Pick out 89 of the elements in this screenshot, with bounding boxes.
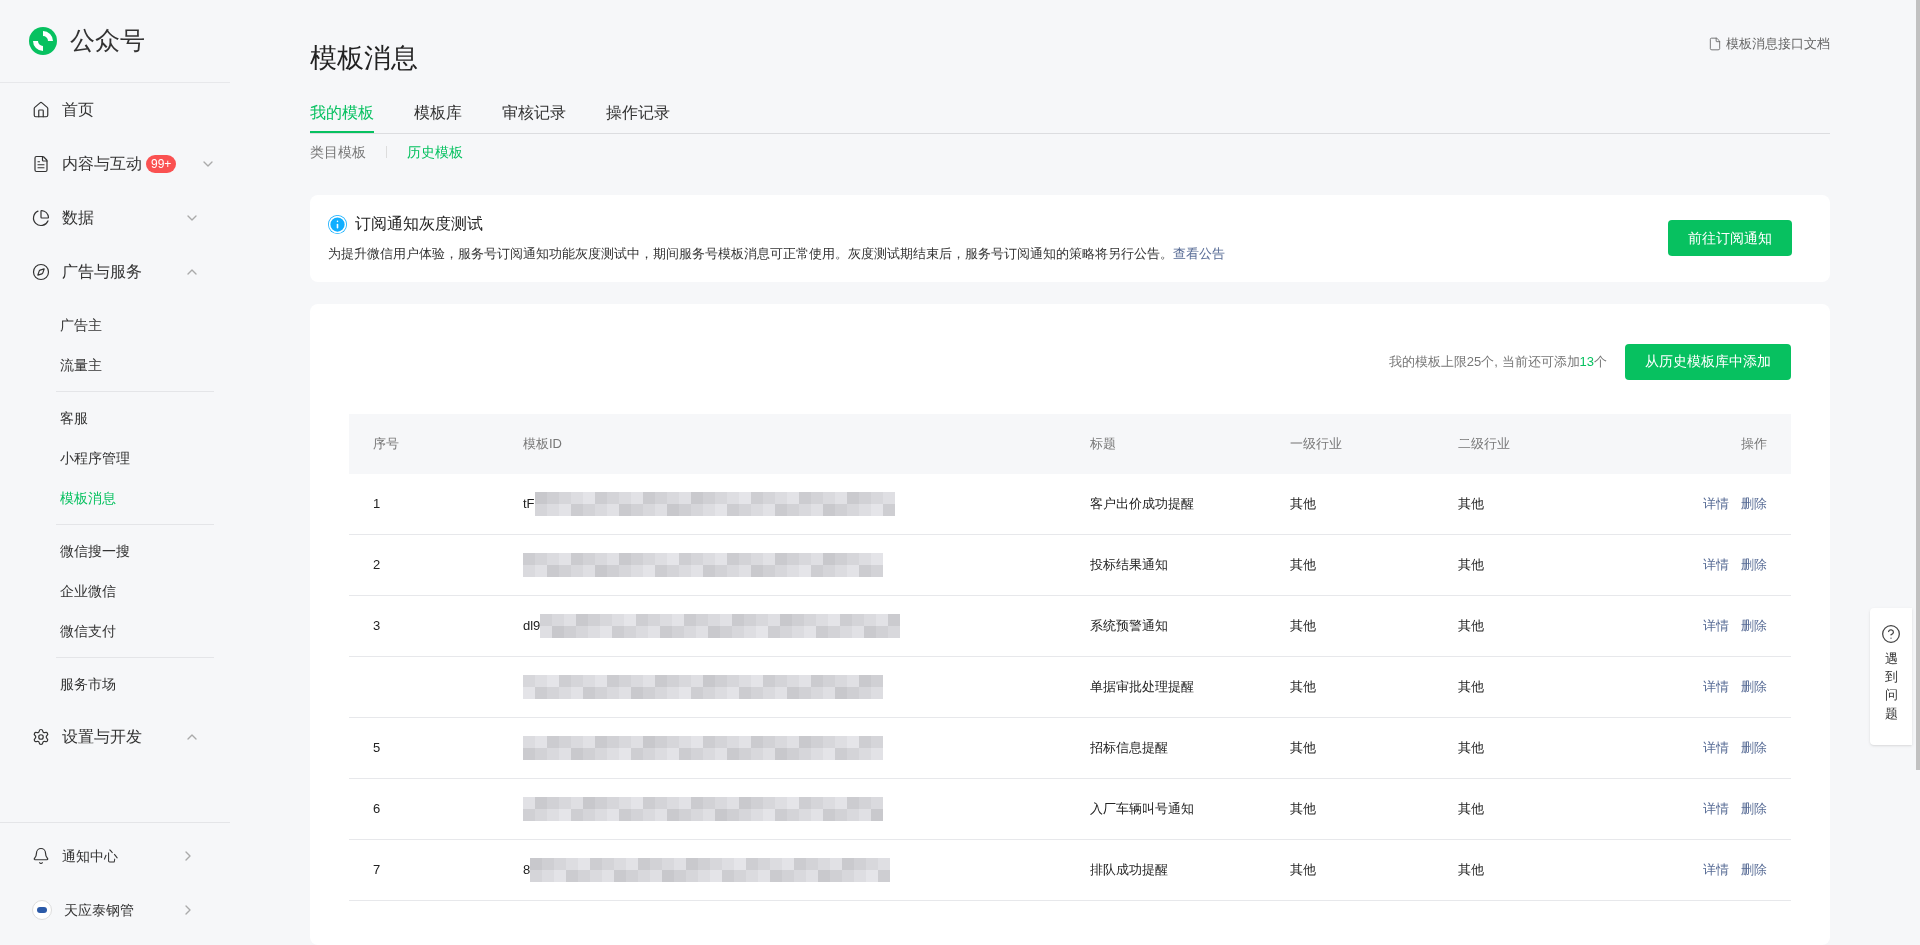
table-cell-text: 其他 — [1458, 494, 1485, 513]
nav-item[interactable]: 天应泰钢管 — [0, 883, 230, 937]
compass-icon — [32, 263, 50, 281]
submenu-item[interactable]: 服务市场 — [56, 664, 214, 704]
column-header: 一级行业 — [1290, 434, 1343, 453]
action-link[interactable]: 删除 — [1741, 615, 1767, 636]
info-icon — [328, 214, 347, 234]
app-title: 公众号 — [70, 25, 145, 57]
avatar-icon — [32, 900, 52, 920]
notice-text: 为提升微信用户体验，服务号订阅通知功能灰度测试中，期间服务号模板消息可正常使用。灰度测试期结束后，服务号订阅通知的策略将另行公告。查看公告 — [328, 245, 1225, 264]
nav-item[interactable]: 首页 — [0, 83, 230, 137]
tab[interactable]: 审核记录 — [502, 100, 566, 133]
table-cell: 3 — [373, 617, 381, 633]
table-cell-text: 8 — [523, 860, 531, 879]
table-cell-text: 其他 — [1458, 677, 1485, 696]
submenu-item[interactable]: 客服 — [56, 398, 214, 438]
column-header: 标题 — [1090, 434, 1117, 453]
table-cell-text: 排队成功提醒 — [1090, 860, 1169, 879]
submenu-item[interactable]: 微信搜一搜 — [56, 531, 214, 571]
table-cell-text: 其他 — [1290, 860, 1317, 879]
table-cell-text: 其他 — [1290, 555, 1317, 574]
action-link[interactable]: 删除 — [1741, 676, 1767, 697]
submenu-item[interactable]: 企业微信 — [56, 571, 214, 611]
document-icon — [1708, 36, 1722, 51]
table-cell-text: 单据审批处理提醒 — [1090, 677, 1195, 696]
table-cell-text: 招标信息提醒 — [1090, 738, 1169, 757]
quota-text: 我的模板上限25个, 当前还可添加13个 — [1388, 352, 1607, 371]
tab[interactable]: 操作记录 — [606, 100, 670, 133]
column-header: 模板ID — [523, 434, 563, 453]
action-link[interactable]: 详情 — [1703, 859, 1729, 880]
settings-icon — [32, 728, 50, 746]
table-cell: 5 — [373, 739, 381, 755]
table-cell: 7 — [373, 861, 381, 877]
table-cell-text: 其他 — [1458, 616, 1485, 635]
table-cell-text: 投标结果通知 — [1090, 555, 1169, 574]
table-cell-text: 其他 — [1290, 677, 1317, 696]
action-link[interactable]: 详情 — [1703, 493, 1729, 514]
action-link[interactable]: 详情 — [1703, 554, 1729, 575]
action-link[interactable]: 详情 — [1703, 676, 1729, 697]
table-cell-text: 其他 — [1458, 555, 1485, 574]
action-link[interactable]: 详情 — [1703, 615, 1729, 636]
table-cell-text: 其他 — [1290, 799, 1317, 818]
table-cell-text: 客户出价成功提醒 — [1090, 494, 1195, 513]
column-header: 操作 — [1741, 434, 1767, 453]
column-header: 序号 — [373, 434, 400, 453]
page-title: 模板消息 — [310, 42, 418, 75]
help-panel[interactable]: 遇到问题 — [1870, 608, 1912, 745]
action-link[interactable]: 删除 — [1741, 554, 1767, 575]
table-cell-text: 其他 — [1290, 616, 1317, 635]
table-cell-text: 其他 — [1458, 860, 1485, 879]
action-link[interactable]: 删除 — [1741, 737, 1767, 758]
nav-item[interactable]: 内容与互动 99+ — [0, 137, 230, 191]
action-link[interactable]: 详情 — [1703, 737, 1729, 758]
action-link[interactable]: 删除 — [1741, 798, 1767, 819]
column-header: 二级行业 — [1458, 434, 1511, 453]
nav-item[interactable]: 通知中心 — [0, 829, 230, 883]
action-link[interactable]: 删除 — [1741, 493, 1767, 514]
logo-icon — [28, 26, 58, 56]
nav-item[interactable]: 数据 — [0, 191, 230, 245]
table-cell-text: 入厂车辆叫号通知 — [1090, 799, 1195, 818]
action-link[interactable]: 删除 — [1741, 859, 1767, 880]
nav-item[interactable]: 广告与服务 — [0, 245, 230, 299]
notice-title: 订阅通知灰度测试 — [355, 214, 483, 235]
count-badge: 99+ — [146, 155, 177, 173]
table-cell: 2 — [373, 556, 381, 572]
action-link[interactable]: 详情 — [1703, 798, 1729, 819]
submenu-item[interactable]: 小程序管理 — [56, 438, 214, 478]
home-icon — [32, 101, 50, 119]
subtab[interactable]: 类目模板 — [310, 141, 366, 163]
table-cell: 6 — [373, 800, 381, 816]
submenu-item[interactable]: 流量主 — [56, 345, 214, 385]
table-cell-text: dl9 — [523, 616, 541, 635]
notice-link[interactable]: 查看公告 — [1173, 246, 1225, 262]
table-cell-text: 其他 — [1458, 799, 1485, 818]
table-cell-text: 其他 — [1458, 738, 1485, 757]
tab[interactable]: 模板库 — [414, 100, 462, 133]
pie-chart-icon — [32, 209, 50, 227]
docs-link[interactable]: 模板消息接口文档 — [1708, 34, 1830, 54]
bell-icon — [32, 847, 50, 865]
nav-item[interactable]: 设置与开发 — [0, 710, 230, 764]
help-icon — [1881, 624, 1901, 644]
table-cell-text: 系统预警通知 — [1090, 616, 1169, 635]
document-icon — [32, 155, 50, 173]
table-cell-text: 其他 — [1290, 738, 1317, 757]
table-cell: 1 — [373, 495, 381, 511]
submenu-item[interactable]: 广告主 — [56, 305, 214, 345]
table-cell-text: 其他 — [1290, 494, 1317, 513]
table-cell-text: tF — [523, 494, 535, 513]
submenu-item[interactable]: 微信支付 — [56, 611, 214, 651]
